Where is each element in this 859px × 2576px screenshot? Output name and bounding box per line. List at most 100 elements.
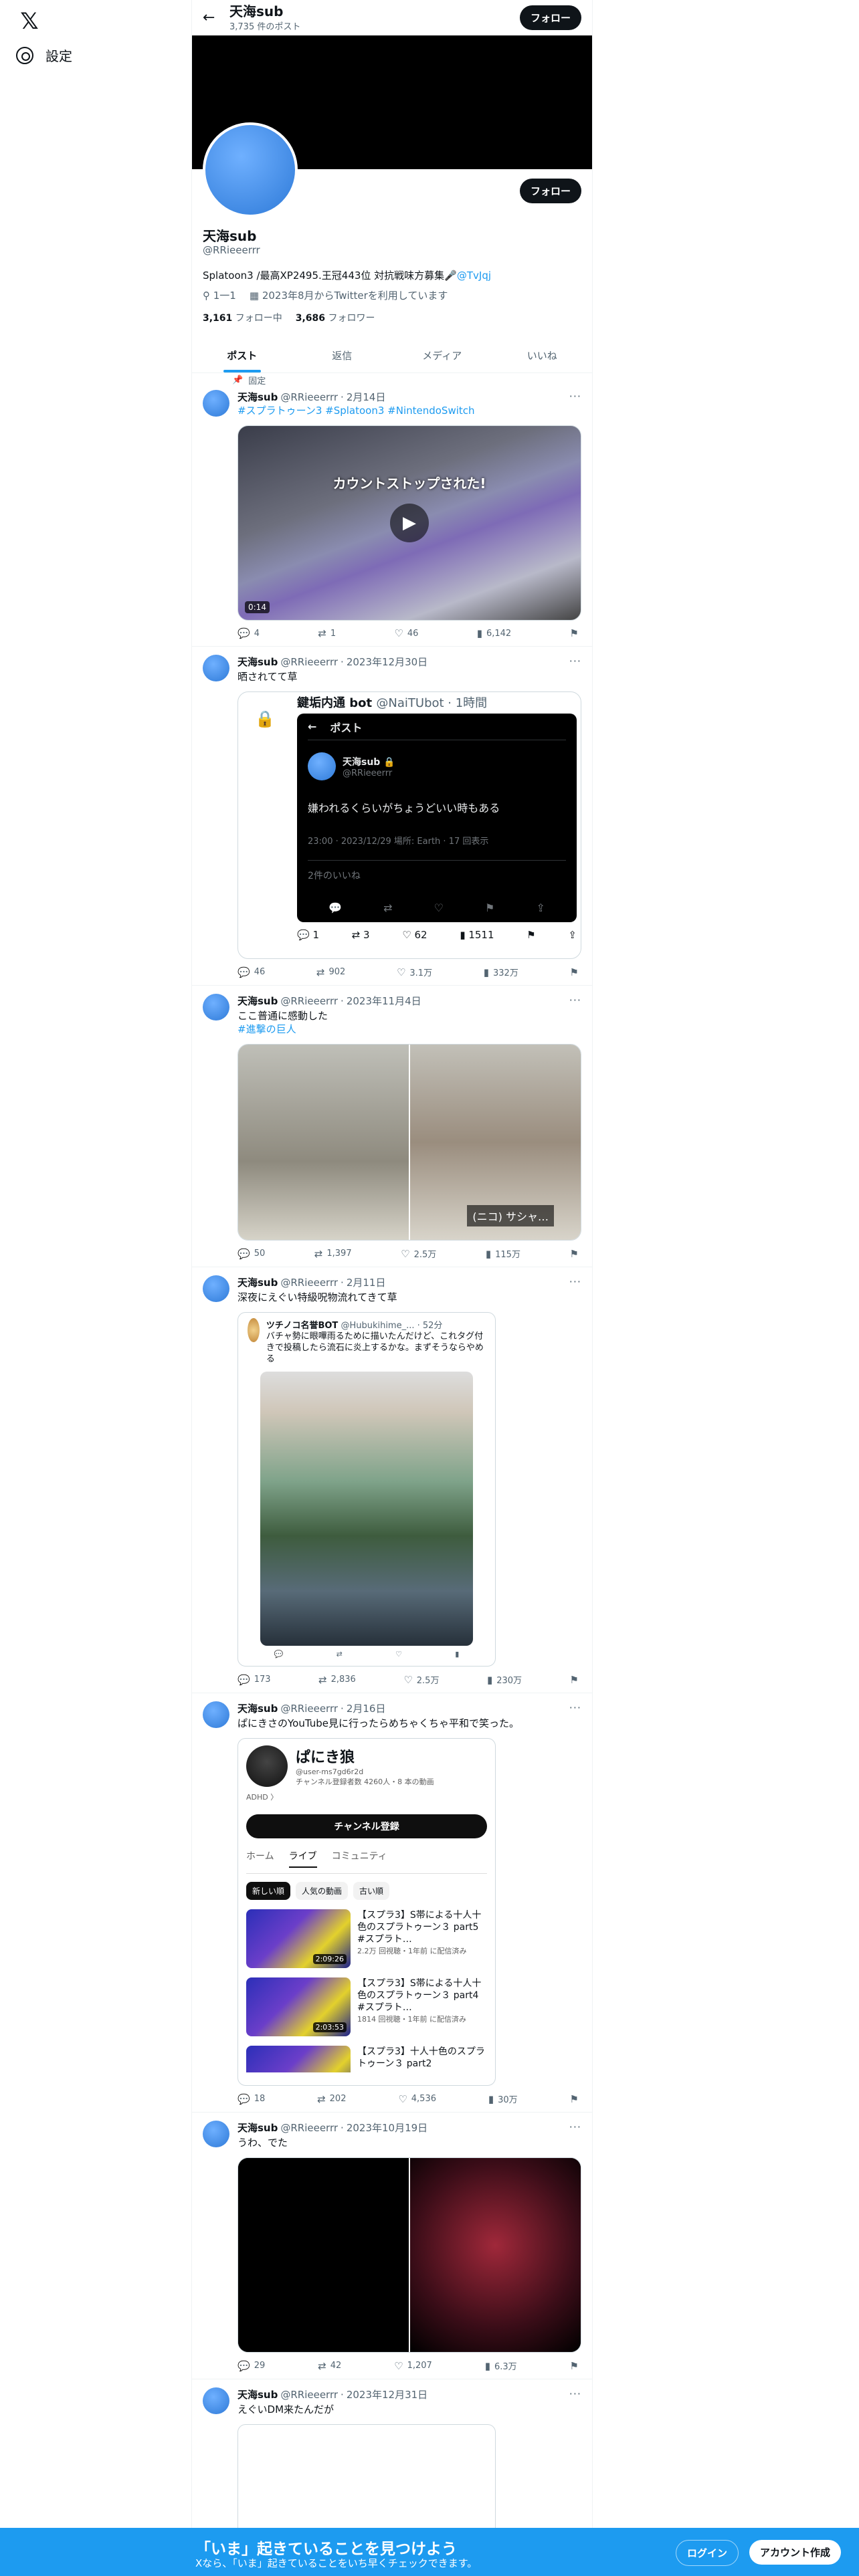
- nav-settings[interactable]: 設定: [16, 45, 72, 65]
- bookmark-icon: ⚑: [569, 627, 579, 639]
- like-button[interactable]: ♡ 2.5万: [403, 1673, 439, 1687]
- reply-button[interactable]: 💬 173: [237, 1673, 271, 1686]
- x-logo-icon[interactable]: 𝕏: [16, 8, 43, 35]
- image-right[interactable]: [410, 2158, 581, 2352]
- tweet-author[interactable]: 天海sub: [237, 1275, 278, 1289]
- tweet[interactable]: ··· 天海sub @RRieeerrr · 2023年11月4日 ここ普通に感動した…: [192, 986, 592, 1267]
- joined: ▦ 2023年8月からTwitterを利用しています: [250, 288, 448, 302]
- more-icon[interactable]: ···: [569, 390, 581, 403]
- tab-replies[interactable]: 返信: [292, 338, 393, 372]
- retweet-button[interactable]: ⇄ 2,836: [318, 1673, 356, 1686]
- more-icon[interactable]: ···: [569, 2387, 581, 2400]
- tweet-date[interactable]: 2023年12月31日: [347, 2387, 427, 2401]
- more-icon[interactable]: ···: [569, 655, 581, 667]
- tab-likes[interactable]: いいね: [492, 338, 593, 372]
- tweet-image[interactable]: [237, 2424, 496, 2545]
- bookmark-button[interactable]: ⚑: [570, 1673, 579, 1686]
- tweet[interactable]: ··· 天海sub @RRieeerrr · 2023年10月19日 うわ、でた 💬 2…: [192, 2113, 592, 2379]
- tweet-author[interactable]: 天海sub: [237, 2387, 278, 2401]
- tweet[interactable]: ··· 天海sub @RRieeerrr · 2023年12月31日 えぐいDM来たん…: [192, 2379, 592, 2551]
- views-button[interactable]: ▮ 230万: [487, 1673, 522, 1687]
- like-button[interactable]: ♡ 1,207: [394, 2359, 432, 2372]
- back-arrow-icon[interactable]: ←: [203, 9, 229, 26]
- reply-icon: 💬: [237, 1247, 250, 1260]
- tweet-date[interactable]: 2月16日: [347, 1701, 386, 1715]
- views-button[interactable]: ▮ 115万: [486, 1247, 520, 1261]
- tweet[interactable]: ··· 天海sub @RRieeerrr · 2月16日 ぱにきさのYouTube見に…: [192, 1693, 592, 2113]
- tweet-avatar[interactable]: [203, 1275, 229, 1302]
- retweet-button[interactable]: ⇄ 902: [316, 966, 345, 978]
- bookmark-button[interactable]: ⚑: [570, 2359, 579, 2372]
- reply-button[interactable]: 💬 46: [237, 966, 265, 978]
- tweet-images[interactable]: (ニコ) サシャ…: [237, 1044, 581, 1241]
- tweet-avatar[interactable]: [203, 655, 229, 681]
- tweet-date[interactable]: 2月11日: [347, 1275, 386, 1289]
- tweet-avatar[interactable]: [203, 994, 229, 1021]
- image-left[interactable]: [238, 1045, 410, 1240]
- follow-button[interactable]: フォロー: [519, 179, 581, 203]
- tweet-date[interactable]: 2023年10月19日: [347, 2121, 427, 2135]
- bookmark-button[interactable]: ⚑: [570, 2092, 579, 2105]
- tweet-date[interactable]: 2023年11月4日: [347, 994, 421, 1008]
- tweet-avatar[interactable]: [203, 2121, 229, 2147]
- tweet-video[interactable]: カウントストップされた! ▶ 0:14: [237, 425, 581, 621]
- reply-button[interactable]: 💬 4: [237, 627, 260, 639]
- reply-button[interactable]: 💬 29: [237, 2359, 265, 2372]
- image-views: ▮ 1511: [460, 929, 494, 941]
- like-button[interactable]: ♡ 2.5万: [401, 1247, 436, 1261]
- like-count: 1,207: [407, 2361, 432, 2371]
- image-right[interactable]: (ニコ) サシャ…: [410, 1045, 581, 1240]
- tweet-handle: @RRieeerrr: [280, 1276, 339, 1289]
- reply-button[interactable]: 💬 18: [237, 2092, 265, 2105]
- retweet-button[interactable]: ⇄ 202: [317, 2092, 346, 2105]
- tweet[interactable]: ··· 天海sub @RRieeerrr · 2023年12月30日 晒されてて草 🔒…: [192, 647, 592, 986]
- tweet-avatar[interactable]: [203, 390, 229, 417]
- bookmark-button[interactable]: ⚑: [570, 1247, 579, 1260]
- tweet-author[interactable]: 天海sub: [237, 994, 278, 1008]
- tweet-avatar[interactable]: [203, 2387, 229, 2414]
- login-button[interactable]: ログイン: [676, 2540, 739, 2566]
- tweet-avatar[interactable]: [203, 1701, 229, 1728]
- tab-media[interactable]: メディア: [392, 338, 492, 372]
- views-button[interactable]: ▮ 6,142: [477, 627, 511, 639]
- profile-avatar[interactable]: [203, 122, 298, 217]
- tweet-author[interactable]: 天海sub: [237, 2121, 278, 2135]
- retweet-button[interactable]: ⇄ 1,397: [314, 1247, 352, 1260]
- views-button[interactable]: ▮ 6.3万: [485, 2359, 517, 2373]
- like-button[interactable]: ♡ 4,536: [398, 2092, 436, 2105]
- play-icon[interactable]: ▶: [390, 504, 429, 542]
- more-icon[interactable]: ···: [569, 1275, 581, 1288]
- header-follow-button[interactable]: フォロー: [519, 5, 581, 30]
- retweet-button[interactable]: ⇄ 1: [318, 627, 336, 639]
- reply-button[interactable]: 💬 50: [237, 1247, 265, 1260]
- bio-link[interactable]: @TvJqj: [457, 270, 491, 282]
- views-button[interactable]: ▮ 30万: [488, 2092, 518, 2106]
- tweet[interactable]: ··· 天海sub @RRieeerrr · 2月11日 深夜にえぐい特級呪物流れてき…: [192, 1267, 592, 1693]
- tweet-author[interactable]: 天海sub: [237, 390, 278, 404]
- tweet-image[interactable]: ぱにき狼 @user-ms7gd6r2d チャンネル登録者数 4260人・8 本の動…: [237, 1738, 496, 2086]
- followers-link[interactable]: 3,686 フォロワー: [296, 311, 375, 324]
- tweet-date[interactable]: 2月14日: [347, 390, 386, 404]
- tweet-date[interactable]: 2023年12月30日: [347, 655, 427, 669]
- tweet-hashtags[interactable]: #進撃の巨人: [237, 1023, 581, 1036]
- views-button[interactable]: ▮ 332万: [484, 966, 518, 979]
- more-icon[interactable]: ···: [569, 994, 581, 1006]
- more-icon[interactable]: ···: [569, 1701, 581, 1714]
- like-button[interactable]: ♡ 3.1万: [397, 966, 432, 979]
- retweet-button[interactable]: ⇄ 42: [318, 2359, 341, 2372]
- tab-posts[interactable]: ポスト: [192, 338, 292, 372]
- following-link[interactable]: 3,161 フォロー中: [203, 311, 282, 324]
- tweet-image[interactable]: 🔒 鍵垢内通 bot @NaiTUbot · 1時間 ← ポスト 天海sub 🔒 @…: [237, 691, 581, 959]
- like-button[interactable]: ♡ 46: [394, 627, 418, 639]
- bookmark-button[interactable]: ⚑: [570, 966, 579, 978]
- tweet-author[interactable]: 天海sub: [237, 1701, 278, 1715]
- tweet-hashtags[interactable]: #スプラトゥーン3 #Splatoon3 #NintendoSwitch: [237, 404, 581, 417]
- more-icon[interactable]: ···: [569, 2121, 581, 2133]
- tweet-images[interactable]: [237, 2157, 581, 2353]
- create-account-button[interactable]: アカウント作成: [749, 2540, 842, 2565]
- image-left[interactable]: [238, 2158, 410, 2352]
- bookmark-button[interactable]: ⚑: [570, 627, 579, 639]
- tweet-image[interactable]: ツチノコ名誉BOT @Hubukihime_... · 52分 バチャ勢に眼嗶雨る…: [237, 1312, 496, 1667]
- tweet-author[interactable]: 天海sub: [237, 655, 278, 669]
- tweet[interactable]: 📌 固定 ··· 天海sub @RRieeerrr · 2月14日 #スプラトゥーン3 …: [192, 370, 592, 647]
